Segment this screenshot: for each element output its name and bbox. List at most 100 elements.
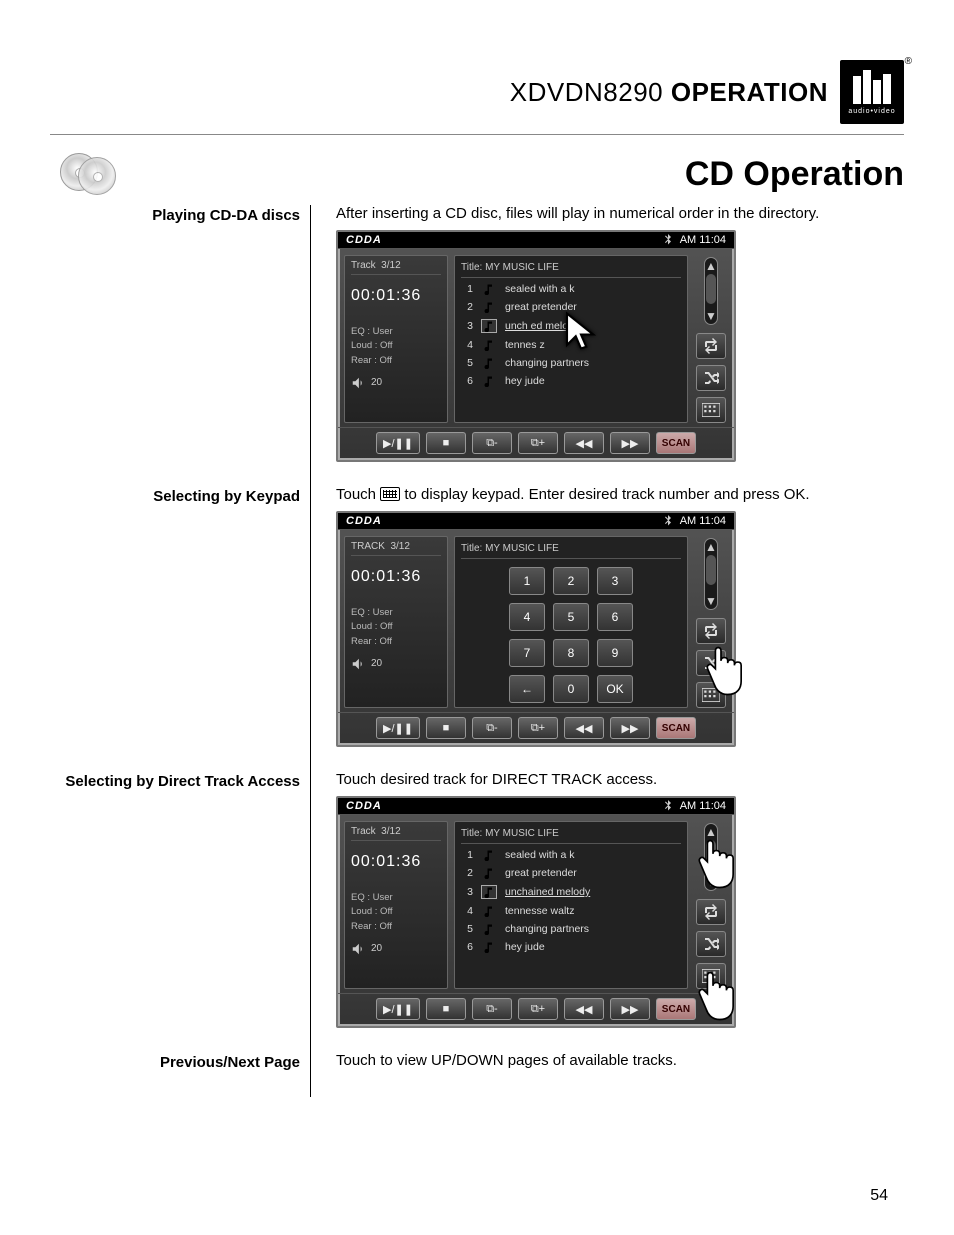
scan-button[interactable]: SCAN	[656, 432, 696, 454]
device-brand: CDDA	[346, 234, 382, 246]
stop-button[interactable]: ■	[426, 717, 466, 739]
track-indicator: Track 3/12	[351, 826, 441, 841]
dual-logo: ® audio•video	[840, 60, 904, 124]
elapsed-time: 00:01:36	[351, 287, 441, 305]
device-screenshot-tracklist: CDDA AM 11:04 Track 3/12 00:01:36 EQ : U…	[336, 230, 736, 462]
device-clock: AM 11:04	[662, 515, 726, 527]
volume-value: 20	[371, 658, 382, 669]
music-note-icon	[481, 885, 497, 899]
bluetooth-icon	[662, 234, 674, 246]
track-row[interactable]: 5 changing partners	[461, 922, 681, 936]
track-row[interactable]: 3 unchained melody	[461, 884, 681, 900]
play-pause-button[interactable]: ▶/❚❚	[376, 432, 420, 454]
volume-row: 20	[351, 376, 441, 390]
repeat-button[interactable]	[696, 899, 726, 925]
stop-button[interactable]: ■	[426, 998, 466, 1020]
folder-next-button[interactable]: ⧉+	[518, 432, 558, 454]
forward-button[interactable]: ▶▶	[610, 432, 650, 454]
scroll-down-icon[interactable]: ▼	[705, 595, 717, 607]
shuffle-button[interactable]	[696, 365, 726, 391]
music-note-icon	[481, 339, 497, 351]
bluetooth-icon	[662, 515, 674, 527]
keypad-1[interactable]: 1	[509, 567, 545, 595]
track-row[interactable]: 5 changing partners	[461, 356, 681, 370]
label-direct-track: Selecting by Direct Track Access	[50, 771, 310, 1052]
play-pause-button[interactable]: ▶/❚❚	[376, 998, 420, 1020]
page-title: CD Operation	[120, 155, 904, 194]
scrollbar[interactable]: ▲ ▼	[704, 538, 718, 610]
repeat-button[interactable]	[696, 333, 726, 359]
track-row[interactable]: 2 great pretender	[461, 866, 681, 880]
track-row[interactable]: 6 hey jude	[461, 940, 681, 954]
forward-button[interactable]: ▶▶	[610, 998, 650, 1020]
keypad-9[interactable]: 9	[597, 639, 633, 667]
repeat-button[interactable]	[696, 618, 726, 644]
scroll-thumb[interactable]	[706, 555, 716, 585]
folder-prev-button[interactable]: ⧉-	[472, 432, 512, 454]
rewind-button[interactable]: ◀◀	[564, 717, 604, 739]
music-note-icon	[481, 923, 497, 935]
music-note-icon	[481, 905, 497, 917]
forward-button[interactable]: ▶▶	[610, 717, 650, 739]
track-name: sealed with a k	[505, 283, 574, 295]
eq-status: EQ : User	[351, 891, 441, 905]
track-name: changing partners	[505, 923, 589, 935]
page-number: 54	[870, 1187, 888, 1205]
track-number: 5	[463, 357, 473, 369]
title-bar: Title: MY MUSIC LIFE	[461, 260, 681, 278]
scroll-up-icon[interactable]: ▲	[705, 260, 717, 272]
device-brand: CDDA	[346, 800, 382, 812]
scan-button[interactable]: SCAN	[656, 717, 696, 739]
device-brand: CDDA	[346, 515, 382, 527]
eq-status: EQ : User	[351, 606, 441, 620]
track-row[interactable]: 4 tennesse waltz	[461, 904, 681, 918]
rear-status: Rear : Off	[351, 920, 441, 934]
stop-button[interactable]: ■	[426, 432, 466, 454]
device-left-panel: TRACK 3/12 00:01:36 EQ : User Loud : Off…	[344, 536, 448, 708]
music-note-icon	[481, 849, 497, 861]
keypad-4[interactable]: 4	[509, 603, 545, 631]
keypad-7[interactable]: 7	[509, 639, 545, 667]
device-left-panel: Track 3/12 00:01:36 EQ : User Loud : Off…	[344, 255, 448, 423]
track-name: hey jude	[505, 941, 545, 953]
keypad-6[interactable]: 6	[597, 603, 633, 631]
elapsed-time: 00:01:36	[351, 568, 441, 586]
track-row[interactable]: 1 sealed with a k	[461, 282, 681, 296]
cd-disc-icon	[60, 153, 120, 195]
music-note-icon	[481, 301, 497, 313]
keypad-0[interactable]: 0	[553, 675, 589, 703]
track-indicator: Track 3/12	[351, 260, 441, 275]
keypad-button[interactable]	[696, 397, 726, 423]
track-row[interactable]: 6 hey jude	[461, 374, 681, 388]
rewind-button[interactable]: ◀◀	[564, 432, 604, 454]
instr-prev-next: Touch to view UP/DOWN pages of available…	[336, 1052, 904, 1069]
folder-next-button[interactable]: ⧉+	[518, 717, 558, 739]
keypad-8[interactable]: 8	[553, 639, 589, 667]
track-number: 6	[463, 375, 473, 387]
folder-prev-button[interactable]: ⧉-	[472, 998, 512, 1020]
device-left-panel: Track 3/12 00:01:36 EQ : User Loud : Off…	[344, 821, 448, 989]
folder-prev-button[interactable]: ⧉-	[472, 717, 512, 739]
title-bar: Title: MY MUSIC LIFE	[461, 826, 681, 844]
title-bar: Title: MY MUSIC LIFE	[461, 541, 681, 559]
keypad-5[interactable]: 5	[553, 603, 589, 631]
scroll-up-icon[interactable]: ▲	[705, 541, 717, 553]
play-pause-button[interactable]: ▶/❚❚	[376, 717, 420, 739]
shuffle-button[interactable]	[696, 931, 726, 957]
loud-status: Loud : Off	[351, 905, 441, 919]
track-name: sealed with a k	[505, 849, 574, 861]
rewind-button[interactable]: ◀◀	[564, 998, 604, 1020]
logo-subtext: audio•video	[848, 108, 895, 115]
keypad-3[interactable]: 3	[597, 567, 633, 595]
scroll-down-icon[interactable]: ▼	[705, 310, 717, 322]
keypad-back[interactable]: ←	[509, 675, 545, 703]
scroll-thumb[interactable]	[706, 274, 716, 304]
folder-next-button[interactable]: ⧉+	[518, 998, 558, 1020]
track-number: 6	[463, 941, 473, 953]
track-row[interactable]: 1 sealed with a k	[461, 848, 681, 862]
keypad-ok[interactable]: OK	[597, 675, 633, 703]
device-right-panel: ▲ ▼	[694, 255, 728, 423]
scrollbar[interactable]: ▲ ▼	[704, 257, 718, 325]
bluetooth-icon	[662, 800, 674, 812]
keypad-2[interactable]: 2	[553, 567, 589, 595]
